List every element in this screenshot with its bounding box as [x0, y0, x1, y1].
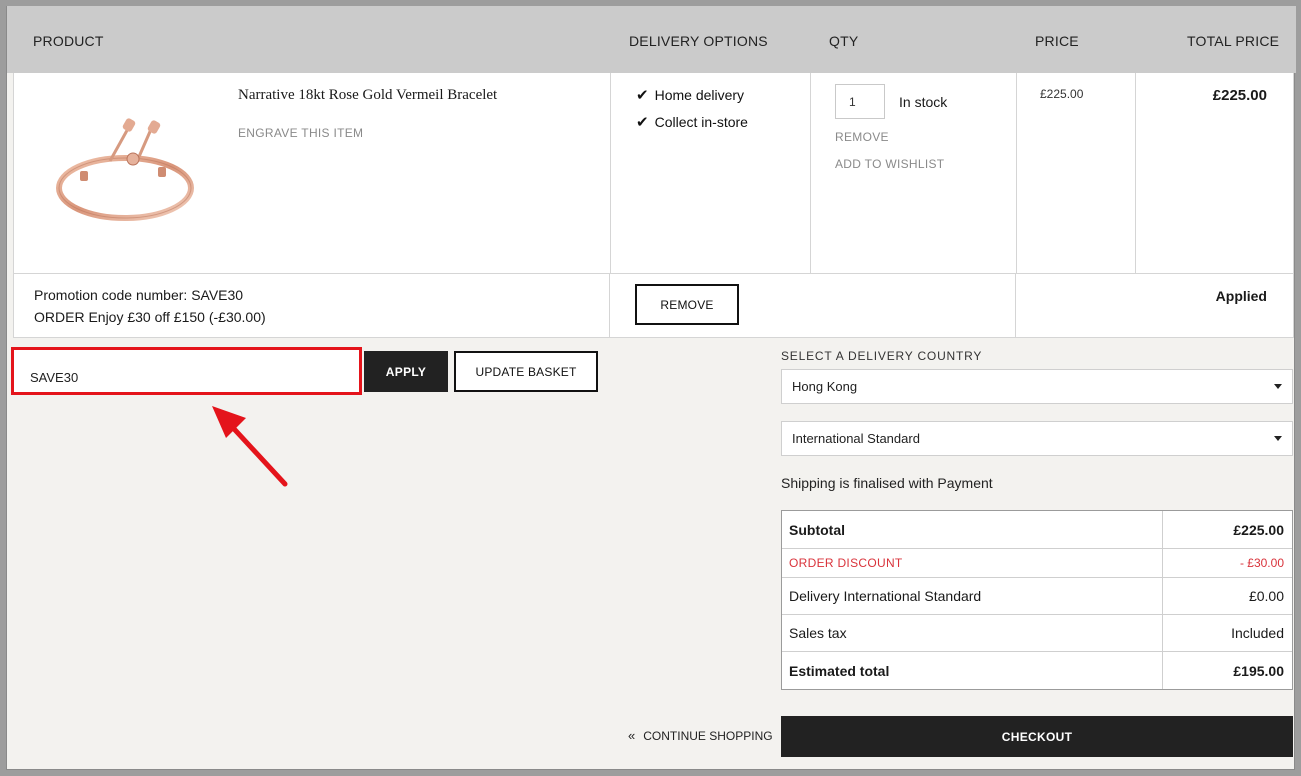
check-icon: ✔: [636, 114, 649, 131]
stock-status: In stock: [899, 94, 948, 110]
basket-table-header: PRODUCT DELIVERY OPTIONS QTY PRICE TOTAL…: [7, 6, 1296, 73]
caret-down-icon: [1274, 436, 1282, 441]
unit-price: £225.00: [1040, 87, 1084, 101]
product-name[interactable]: Narrative 18kt Rose Gold Vermeil Bracele…: [238, 87, 497, 104]
product-image[interactable]: [50, 113, 200, 233]
continue-shopping-link[interactable]: « CONTINUE SHOPPING: [628, 728, 773, 743]
header-delivery-options: DELIVERY OPTIONS: [629, 33, 768, 49]
delivery-option-home-label: Home delivery: [654, 87, 745, 103]
basket-item-row: Narrative 18kt Rose Gold Vermeil Bracele…: [13, 73, 1294, 338]
delivery-option-store: ✔ Collect in-store: [636, 113, 748, 131]
delivery-option-store-label: Collect in-store: [654, 114, 748, 130]
continue-shopping-label: CONTINUE SHOPPING: [643, 728, 773, 743]
tax-value: Included: [1231, 625, 1284, 641]
delivery-method-select[interactable]: International Standard: [781, 421, 1293, 456]
delivery-cost-value: £0.00: [1248, 588, 1284, 604]
delivery-cost-label: Delivery International Standard: [789, 588, 982, 604]
delivery-country-select[interactable]: Hong Kong: [781, 369, 1293, 404]
subtotal-label: Subtotal: [789, 522, 845, 538]
summary-tax-row: Sales tax Included: [782, 615, 1292, 652]
delivery-country-label: SELECT A DELIVERY COUNTRY: [781, 349, 983, 363]
header-qty: QTY: [829, 33, 859, 49]
remove-item-link[interactable]: REMOVE: [835, 130, 889, 144]
estimated-total-value: £195.00: [1233, 663, 1284, 679]
estimated-total-label: Estimated total: [789, 663, 890, 679]
remove-promotion-button[interactable]: REMOVE: [635, 284, 739, 325]
delivery-country-value: Hong Kong: [792, 379, 858, 394]
add-to-wishlist-link[interactable]: ADD TO WISHLIST: [835, 157, 944, 171]
line-total: £225.00: [1212, 87, 1267, 104]
summary-subtotal-row: Subtotal £225.00: [782, 511, 1292, 549]
shipping-note: Shipping is finalised with Payment: [781, 475, 993, 491]
double-chevron-left-icon: «: [628, 728, 636, 743]
promotion-status: Applied: [1215, 288, 1267, 304]
discount-label: ORDER DISCOUNT: [789, 556, 903, 570]
header-product: PRODUCT: [33, 33, 104, 49]
engrave-link[interactable]: ENGRAVE THIS ITEM: [238, 126, 363, 140]
subtotal-value: £225.00: [1233, 522, 1284, 538]
header-total-price: TOTAL PRICE: [1187, 33, 1280, 49]
red-arrow-annotation: [212, 406, 288, 487]
header-price: PRICE: [1035, 33, 1079, 49]
promotion-description: ORDER Enjoy £30 off £150 (-£30.00): [34, 309, 266, 325]
promo-code-input[interactable]: [11, 347, 362, 395]
summary-delivery-row: Delivery International Standard £0.00: [782, 578, 1292, 615]
check-icon: ✔: [636, 87, 649, 104]
delivery-option-home: ✔ Home delivery: [636, 86, 744, 104]
caret-down-icon: [1274, 384, 1282, 389]
promotion-code-text: Promotion code number: SAVE30: [34, 287, 244, 303]
update-basket-button[interactable]: UPDATE BASKET: [454, 351, 598, 392]
delivery-method-value: International Standard: [792, 431, 920, 446]
order-summary-table: Subtotal £225.00 ORDER DISCOUNT - £30.00…: [781, 510, 1293, 690]
tax-label: Sales tax: [789, 625, 847, 641]
checkout-button[interactable]: CHECKOUT: [781, 716, 1293, 757]
quantity-input[interactable]: [835, 84, 885, 119]
apply-button[interactable]: APPLY: [364, 351, 448, 392]
discount-value: - £30.00: [1239, 556, 1284, 570]
summary-total-row: Estimated total £195.00: [782, 652, 1292, 689]
summary-discount-row: ORDER DISCOUNT - £30.00: [782, 549, 1292, 578]
